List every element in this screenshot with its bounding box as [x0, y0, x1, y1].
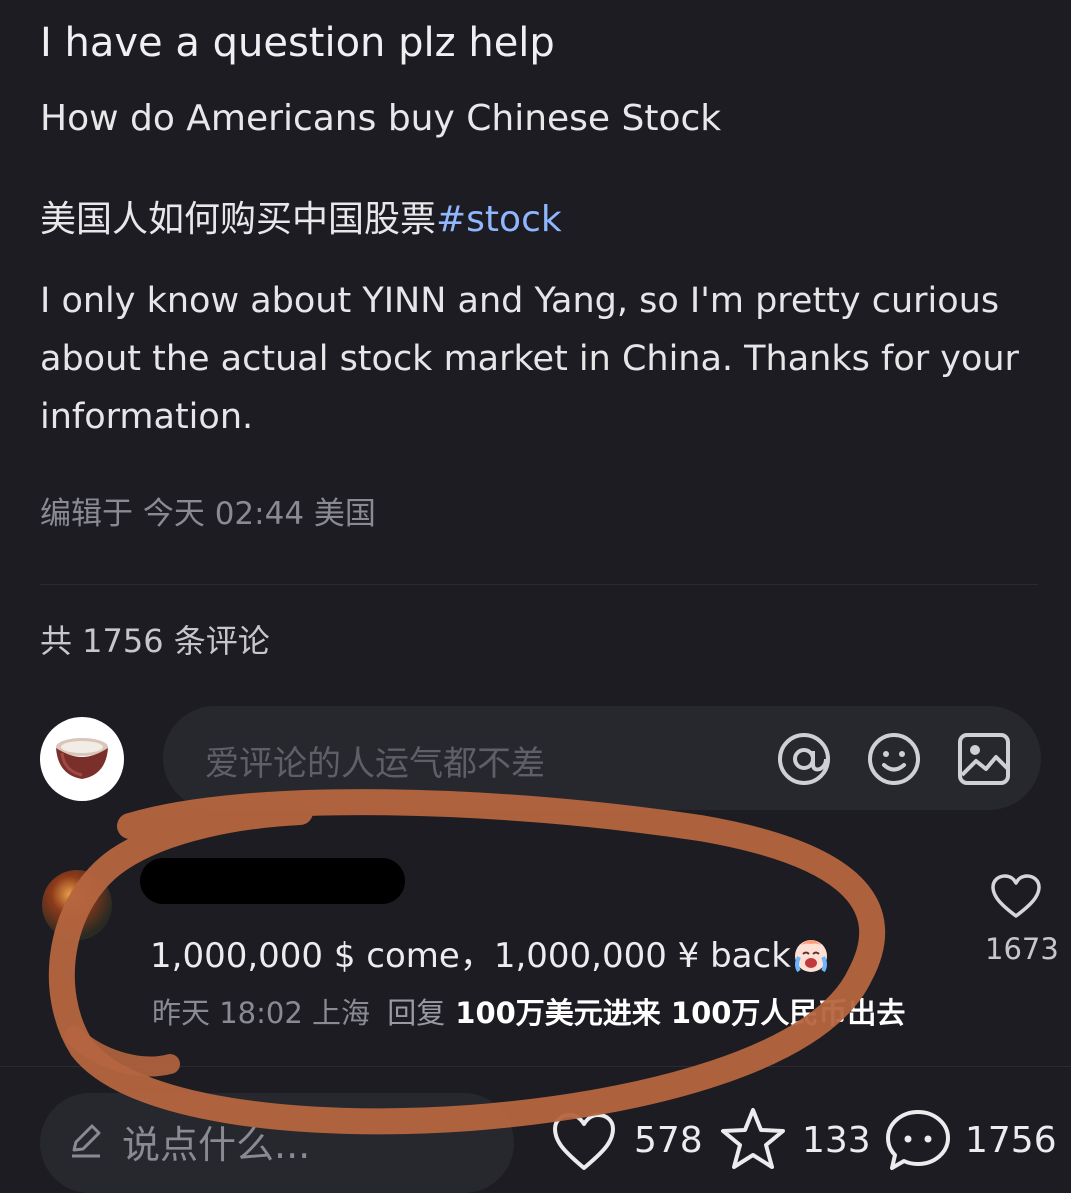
comment-location: 上海 [312, 996, 371, 1030]
heart-icon[interactable] [990, 874, 1042, 920]
post-body: I only know about YINN and Yang, so I'm … [40, 281, 1019, 437]
avatar[interactable] [42, 870, 112, 940]
bowl-icon [56, 738, 108, 779]
comment-like-count: 1673 [985, 932, 1059, 966]
pen-icon [66, 1120, 106, 1160]
comment-bubble-icon[interactable] [884, 1108, 952, 1172]
comment-body: 1,000,000 $ come，1,000,000 ¥ back [150, 936, 791, 976]
avatar[interactable] [40, 717, 124, 801]
like-count: 578 [634, 1120, 703, 1161]
smile-icon[interactable] [866, 731, 922, 787]
say-something-placeholder: 说点什么... [122, 1123, 311, 1167]
comment-text: 1,000,000 $ come，1,000,000 ¥ back [150, 928, 831, 977]
comment-time: 昨天 18:02 [152, 996, 303, 1030]
post-subtitle: How do Americans buy Chinese Stock [40, 98, 722, 139]
reply-content: 100万美元进来 100万人民币出去 [455, 996, 906, 1030]
post-chinese-text: 美国人如何购买中国股票 [40, 199, 437, 240]
heart-icon[interactable] [551, 1112, 617, 1172]
hashtag-link[interactable]: #stock [436, 199, 562, 240]
crying-face-icon [794, 940, 827, 973]
divider [40, 584, 1038, 585]
reply-button[interactable]: 回复 [387, 996, 445, 1030]
post-chinese-line: 美国人如何购买中国股票#stock [40, 190, 562, 242]
comment-meta: 昨天 18:02 上海 回复 100万美元进来 100万人民币出去 [152, 990, 905, 1032]
post-title: I have a question plz help [40, 20, 555, 66]
comment-count: 共 1756 条评论 [40, 622, 270, 660]
comment-input-placeholder: 爱评论的人运气都不差 [205, 744, 545, 784]
post-meta: 编辑于 今天 02:44 美国 [40, 496, 376, 532]
at-icon[interactable] [776, 731, 832, 787]
image-icon[interactable] [956, 731, 1012, 787]
divider [0, 1066, 1071, 1067]
comment-total-count: 1756 [965, 1120, 1057, 1161]
star-count: 133 [802, 1120, 871, 1161]
star-icon[interactable] [719, 1106, 787, 1172]
redacted-username [140, 858, 405, 904]
